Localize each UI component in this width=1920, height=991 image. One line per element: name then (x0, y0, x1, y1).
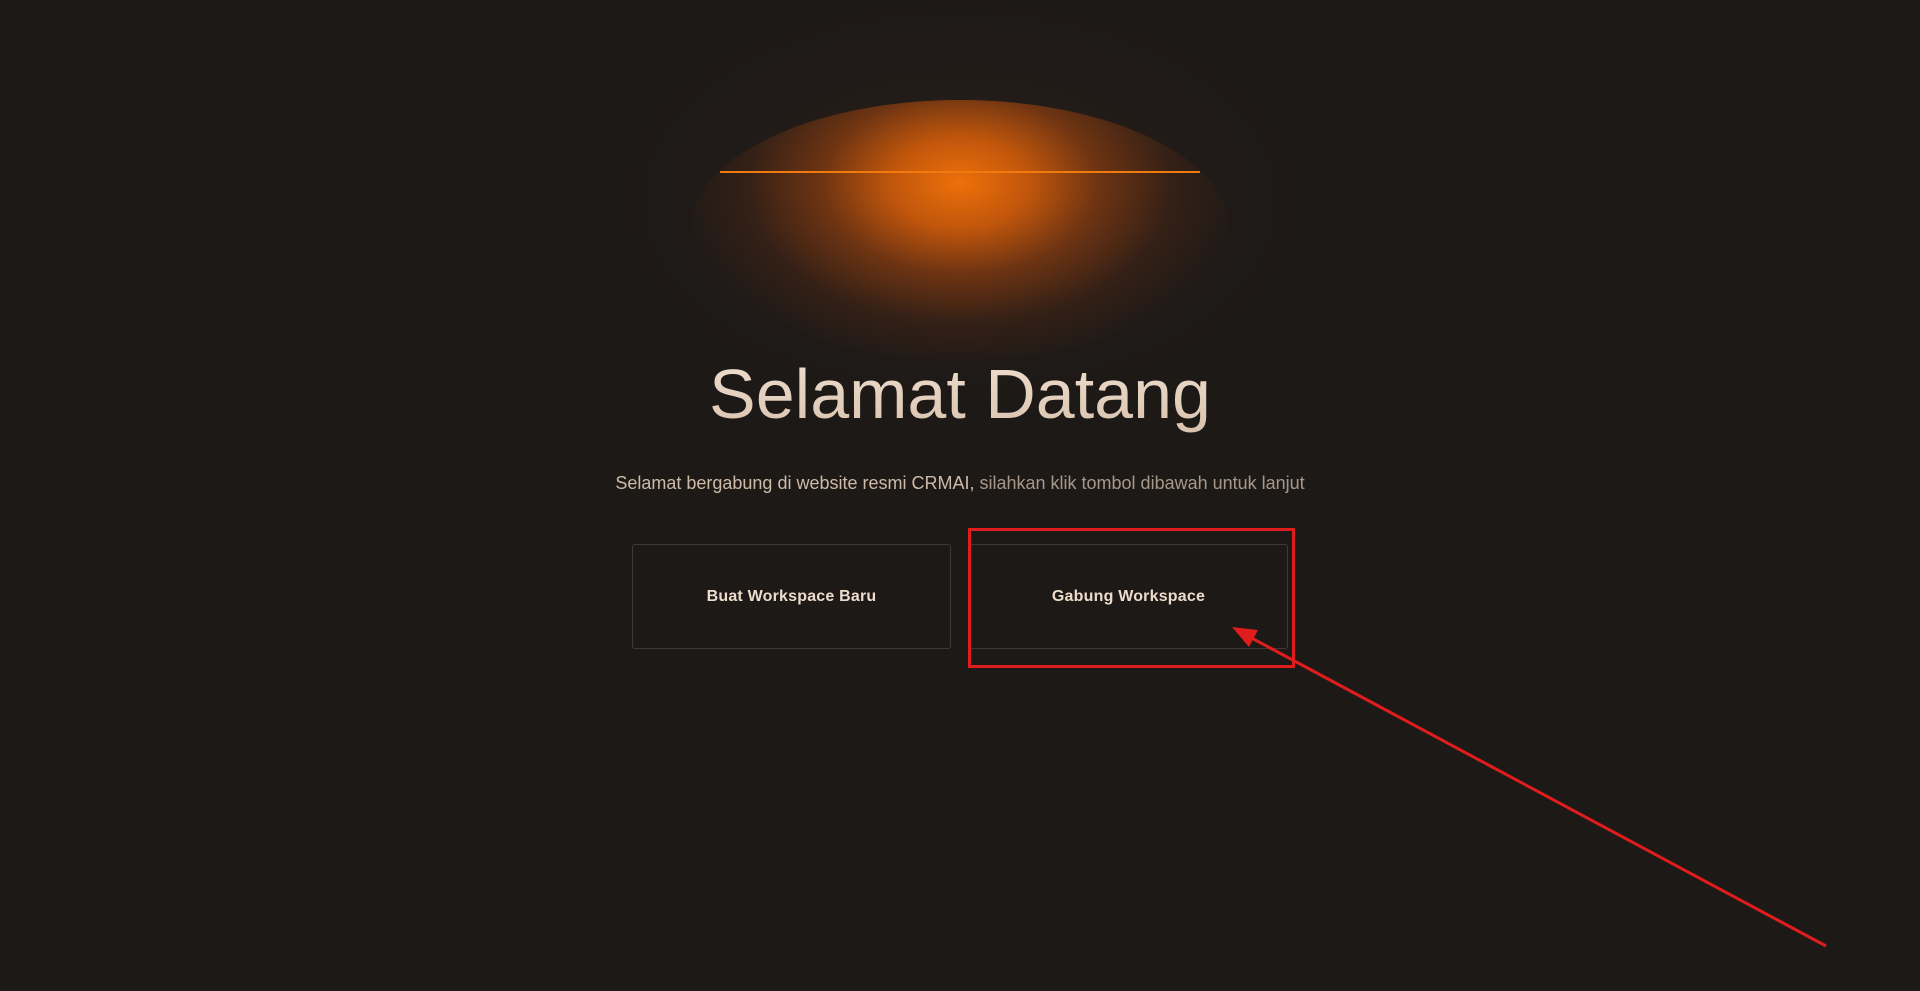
orange-glow (690, 100, 1230, 360)
welcome-page: Selamat Datang Selamat bergabung di webs… (0, 0, 1920, 991)
create-workspace-button[interactable]: Buat Workspace Baru (632, 544, 951, 649)
annotation-highlight-box (968, 528, 1295, 668)
accent-line (720, 171, 1200, 173)
subtitle-rest-text: silahkan klik tombol dibawah untuk lanju… (974, 473, 1305, 493)
welcome-subtitle: Selamat bergabung di website resmi CRMAI… (0, 470, 1920, 496)
subtitle-main-text: Selamat bergabung di website resmi CRMAI… (615, 473, 975, 493)
page-title: Selamat Datang (0, 348, 1920, 440)
create-workspace-label: Buat Workspace Baru (706, 587, 877, 605)
